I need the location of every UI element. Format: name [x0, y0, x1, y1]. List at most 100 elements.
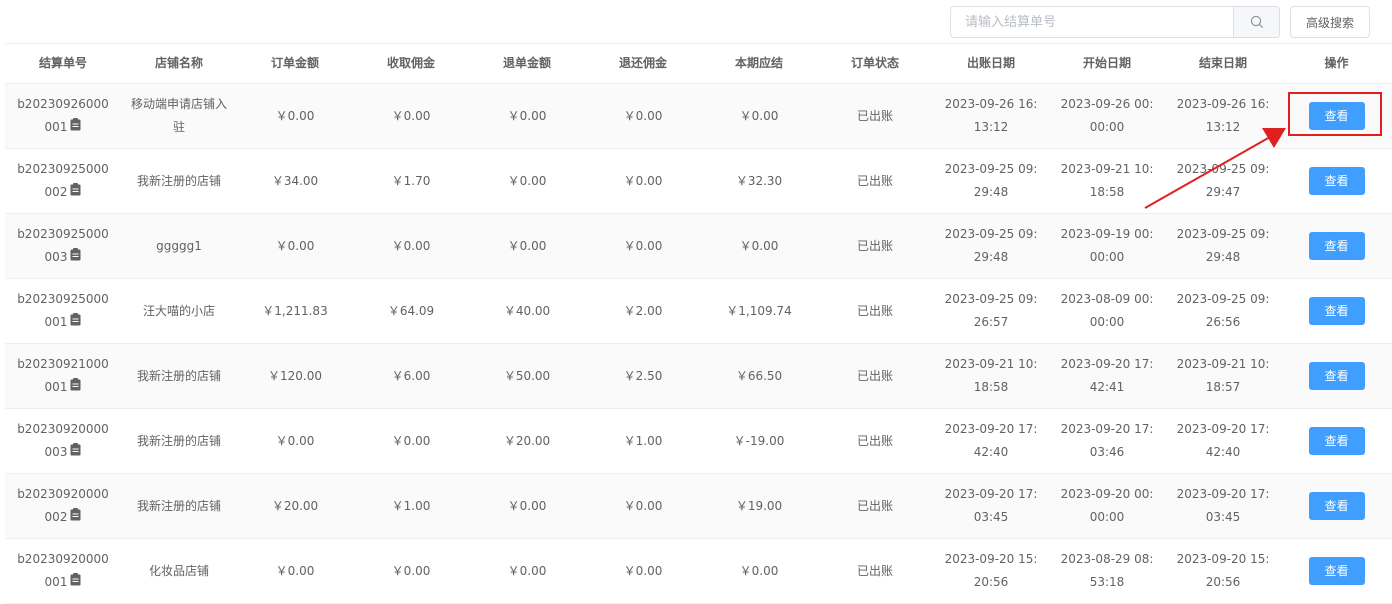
column-header: 本期应结: [734, 56, 783, 70]
commission-text: ￥0.00: [391, 563, 431, 578]
settlement-number-text: b20230926000001: [17, 97, 109, 134]
advanced-search-button[interactable]: 高级搜索: [1290, 6, 1370, 38]
payable-amount: ￥0.00: [701, 560, 817, 583]
copy-icon[interactable]: [70, 116, 81, 139]
copy-icon[interactable]: [70, 311, 81, 334]
order-status: 已出账: [817, 235, 933, 258]
refund-commission: ￥0.00: [585, 495, 701, 518]
settlement-number-text: b20230925000003: [17, 227, 109, 264]
bill-date-text: 2023-09-20 15:20:56: [944, 552, 1038, 589]
payable-amount: ￥-19.00: [701, 430, 817, 453]
refund-commission: ￥2.50: [585, 365, 701, 388]
start-date-text: 2023-08-09 00:00:00: [1060, 292, 1154, 329]
payable-amount: ￥1,109.74: [701, 300, 817, 323]
end-date: 2023-09-25 09:26:56: [1165, 288, 1281, 334]
action-cell: 查看: [1281, 167, 1392, 195]
copy-icon[interactable]: [70, 181, 81, 204]
bill-date-text: 2023-09-21 10:18:58: [944, 357, 1038, 394]
refund-amount-text: ￥50.00: [503, 368, 551, 383]
order-amount: ￥1,211.83: [237, 300, 353, 323]
refund-commission: ￥0.00: [585, 560, 701, 583]
refund-commission: ￥0.00: [585, 105, 701, 128]
commission-text: ￥0.00: [391, 108, 431, 123]
order-status-text: 已出账: [856, 498, 893, 513]
action-cell: 查看: [1281, 492, 1392, 520]
view-button[interactable]: 查看: [1308, 232, 1365, 260]
search-button[interactable]: [1233, 7, 1279, 37]
payable-amount-text: ￥66.50: [735, 368, 783, 383]
start-date: 2023-09-20 17:03:46: [1049, 418, 1165, 464]
end-date: 2023-09-20 15:20:56: [1165, 548, 1281, 594]
refund-commission: ￥0.00: [585, 170, 701, 193]
bill-date-text: 2023-09-20 17:03:45: [944, 487, 1038, 524]
column-header: 操作: [1324, 56, 1349, 70]
start-date-text: 2023-09-20 17:03:46: [1060, 422, 1154, 459]
search-input[interactable]: [951, 7, 1233, 37]
payable-amount-text: ￥32.30: [735, 173, 783, 188]
refund-commission-text: ￥0.00: [623, 238, 663, 253]
order-status: 已出账: [817, 170, 933, 193]
copy-icon[interactable]: [70, 441, 81, 464]
bill-date: 2023-09-21 10:18:58: [933, 353, 1049, 399]
store-name: 移动端申请店铺入驻: [121, 93, 237, 139]
copy-icon[interactable]: [70, 506, 81, 529]
view-button[interactable]: 查看: [1308, 297, 1365, 325]
settlement-number: b20230925000002: [5, 158, 121, 204]
bill-date: 2023-09-25 09:26:57: [933, 288, 1049, 334]
refund-commission-text: ￥0.00: [623, 498, 663, 513]
refund-amount: ￥40.00: [469, 300, 585, 323]
copy-icon[interactable]: [70, 246, 81, 269]
table-row: b20230925000002 我新注册的店铺 ￥34.00 ￥1.70 ￥0.00 ￥0…: [5, 149, 1392, 214]
end-date: 2023-09-20 17:42:40: [1165, 418, 1281, 464]
payable-amount-text: ￥0.00: [739, 563, 779, 578]
order-amount-text: ￥0.00: [275, 108, 315, 123]
refund-amount: ￥0.00: [469, 495, 585, 518]
commission-text: ￥64.09: [387, 303, 435, 318]
refund-amount-text: ￥0.00: [507, 563, 547, 578]
bill-date: 2023-09-20 15:20:56: [933, 548, 1049, 594]
settlement-number-text: b20230920000003: [17, 422, 109, 459]
column-header: 结算单号: [38, 56, 87, 70]
order-status: 已出账: [817, 365, 933, 388]
view-button[interactable]: 查看: [1308, 167, 1365, 195]
refund-amount-text: ￥0.00: [507, 498, 547, 513]
store-name-text: 我新注册的店铺: [136, 368, 221, 383]
bill-date-text: 2023-09-25 09:29:48: [944, 227, 1038, 264]
bill-date: 2023-09-26 16:13:12: [933, 93, 1049, 139]
order-amount-text: ￥20.00: [271, 498, 319, 513]
settlement-number: b20230926000001: [5, 93, 121, 139]
refund-amount: ￥0.00: [469, 170, 585, 193]
refund-commission-text: ￥0.00: [623, 173, 663, 188]
view-button[interactable]: 查看: [1308, 362, 1365, 390]
refund-commission: ￥0.00: [585, 235, 701, 258]
payable-amount-text: ￥-19.00: [733, 433, 785, 448]
commission-text: ￥6.00: [391, 368, 431, 383]
commission: ￥0.00: [353, 105, 469, 128]
view-button[interactable]: 查看: [1308, 102, 1365, 130]
table-body: b20230926000001 移动端申请店铺入驻 ￥0.00 ￥0.00 ￥0.00 ￥…: [5, 84, 1392, 604]
bill-date: 2023-09-25 09:29:48: [933, 223, 1049, 269]
settlement-number: b20230920000001: [5, 548, 121, 594]
action-cell: 查看: [1281, 557, 1392, 585]
view-button[interactable]: 查看: [1308, 557, 1365, 585]
order-amount: ￥0.00: [237, 430, 353, 453]
copy-icon[interactable]: [70, 571, 81, 594]
table-row: b20230920000001 化妆品店铺 ￥0.00 ￥0.00 ￥0.00 ￥0.00…: [5, 539, 1392, 604]
settlement-number-text: b20230925000002: [17, 162, 109, 199]
order-amount-text: ￥0.00: [275, 563, 315, 578]
end-date-text: 2023-09-21 10:18:57: [1176, 357, 1270, 394]
table-header: 结算单号 店铺名称 订单金额 收取佣金 退单金额 退还佣金 本期应结 订单状态 …: [5, 44, 1392, 84]
column-header: 店铺名称: [154, 56, 203, 70]
payable-amount-text: ￥19.00: [735, 498, 783, 513]
action-cell: 查看: [1281, 362, 1392, 390]
column-header: 退还佣金: [618, 56, 667, 70]
view-button[interactable]: 查看: [1308, 427, 1365, 455]
refund-amount: ￥50.00: [469, 365, 585, 388]
start-date-text: 2023-09-26 00:00:00: [1060, 97, 1154, 134]
refund-commission-text: ￥0.00: [623, 108, 663, 123]
start-date-text: 2023-09-20 17:42:41: [1060, 357, 1154, 394]
order-amount-text: ￥1,211.83: [262, 303, 328, 318]
copy-icon[interactable]: [70, 376, 81, 399]
view-button[interactable]: 查看: [1308, 492, 1365, 520]
bill-date-text: 2023-09-25 09:26:57: [944, 292, 1038, 329]
